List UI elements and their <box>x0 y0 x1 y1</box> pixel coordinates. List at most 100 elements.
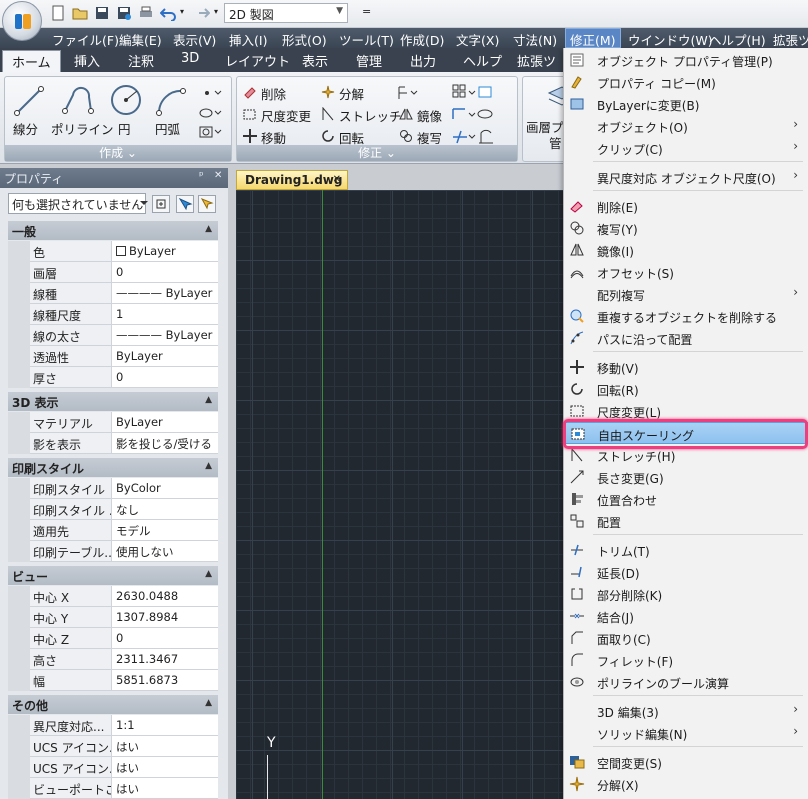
document-tab[interactable]: Drawing1.dwg ✕ <box>236 170 348 190</box>
property-value[interactable]: 影を投じる/受ける <box>112 433 218 454</box>
property-value[interactable]: 使用しない <box>112 541 218 562</box>
application-menu-button[interactable] <box>2 1 42 41</box>
redo-dropdown-icon[interactable]: ▾ <box>214 7 218 16</box>
properties-palette-title-bar[interactable]: プロパティ ᵖ ✕ <box>0 168 228 188</box>
menu-item[interactable]: 分解(X) <box>563 773 808 795</box>
menu-dimension[interactable]: 寸法(N) <box>513 30 557 49</box>
save-as-icon[interactable] <box>116 5 132 21</box>
section-plot-style[interactable]: 印刷スタイル ▲ <box>8 458 218 477</box>
menu-item[interactable]: 鏡像(I) <box>563 239 808 261</box>
print-icon[interactable] <box>138 5 154 21</box>
property-value[interactable]: ByLayer <box>112 346 218 367</box>
menu-item[interactable]: ByLayerに変更(B) <box>563 93 808 115</box>
section-misc[interactable]: その他 ▲ <box>8 695 218 714</box>
menu-item[interactable]: 延長(D) <box>563 561 808 583</box>
property-value[interactable]: はい <box>112 736 218 757</box>
collapse-icon[interactable]: ▲ <box>205 395 212 405</box>
menu-help[interactable]: ヘルプ(H) <box>709 30 766 49</box>
qat-overflow-button[interactable]: = <box>362 5 371 18</box>
property-value[interactable]: ———— ByLayer <box>112 283 218 304</box>
tab-help[interactable]: ヘルプ <box>463 51 502 70</box>
explode-tool[interactable]: 分解 <box>339 84 364 103</box>
tab-insert[interactable]: 挿入 <box>74 51 100 70</box>
property-value[interactable]: 2630.0488 <box>112 586 218 607</box>
menu-format[interactable]: 形式(O) <box>282 30 327 49</box>
menu-item[interactable]: プロパティ コピー(M) <box>563 71 808 93</box>
property-value[interactable]: 0 <box>112 628 218 649</box>
stretch-tool[interactable]: ストレッチ <box>339 106 402 125</box>
scale-tool[interactable]: 尺度変更 <box>261 106 311 125</box>
property-value[interactable]: 0 <box>112 367 218 388</box>
property-value[interactable]: はい <box>112 778 218 799</box>
collapse-icon[interactable]: ▲ <box>205 461 212 471</box>
property-value[interactable]: ———— ByLayer <box>112 325 218 346</box>
menu-item[interactable]: 複写(Y) <box>563 217 808 239</box>
menu-view[interactable]: 表示(V) <box>173 30 216 49</box>
arc-icon[interactable] <box>155 85 189 117</box>
menu-item[interactable]: 回転(R) <box>563 378 808 400</box>
close-icon[interactable]: ✕ <box>214 170 222 181</box>
modify-more-icons[interactable] <box>397 83 509 147</box>
polyline-icon[interactable] <box>61 85 95 117</box>
property-value[interactable]: 5851.6873 <box>112 670 218 691</box>
menu-text[interactable]: 文字(X) <box>456 30 499 49</box>
draw-more-icons[interactable] <box>197 85 225 151</box>
menu-item[interactable]: ポリラインのブール演算 <box>563 671 808 693</box>
line-tool-label[interactable]: 線分 <box>13 119 38 138</box>
property-value[interactable]: ByLayer <box>112 241 218 262</box>
redo-icon[interactable] <box>194 5 210 21</box>
menu-window[interactable]: ウインドウ(W) <box>628 30 713 49</box>
menu-item[interactable]: 部分削除(K) <box>563 583 808 605</box>
menu-item[interactable]: 移動(V) <box>563 356 808 378</box>
menu-file[interactable]: ファイル(F) <box>52 30 119 49</box>
menu-item[interactable]: クリップ(C) › <box>563 137 808 159</box>
polyline-tool-label[interactable]: ポリライン <box>51 119 114 138</box>
menu-item[interactable]: 配列複写 › <box>563 283 808 305</box>
menu-item[interactable]: 長さ変更(G) <box>563 466 808 488</box>
menu-insert[interactable]: 挿入(I) <box>229 30 267 49</box>
tab-extensions[interactable]: 拡張ツ <box>517 51 556 70</box>
menu-item[interactable]: オブジェクト(O) › <box>563 115 808 137</box>
workspace-select[interactable]: 2D 製図 ▼ <box>224 3 348 23</box>
collapse-icon[interactable]: ▲ <box>205 224 212 234</box>
tab-3d[interactable]: 3D <box>181 51 199 66</box>
menu-draw[interactable]: 作成(D) <box>400 30 444 49</box>
undo-dropdown-icon[interactable]: ▾ <box>180 7 184 16</box>
property-value[interactable]: 1 <box>112 304 218 325</box>
section-view[interactable]: ビュー ▲ <box>8 566 218 585</box>
new-file-icon[interactable] <box>50 5 66 21</box>
save-icon[interactable] <box>94 5 110 21</box>
menu-item[interactable]: トリム(T) <box>563 539 808 561</box>
property-value[interactable]: モデル <box>112 520 218 541</box>
tab-home[interactable]: ホーム <box>2 50 61 72</box>
menu-item[interactable]: 3D 編集(3) › <box>563 700 808 722</box>
undo-icon[interactable] <box>160 5 176 21</box>
menu-extensions[interactable]: 拡張ツ <box>773 30 808 49</box>
quick-select-button[interactable] <box>198 195 216 213</box>
toggle-pickadd-button[interactable] <box>152 195 170 213</box>
collapse-icon[interactable]: ▲ <box>205 698 212 708</box>
menu-item[interactable]: 異尺度対応 オブジェクト尺度(O) › <box>563 166 808 188</box>
circle-tool-label[interactable]: 円 <box>118 119 131 138</box>
select-objects-button[interactable] <box>176 195 194 213</box>
menu-item[interactable]: オフセット(S) <box>563 261 808 283</box>
menu-edit[interactable]: 編集(E) <box>119 30 162 49</box>
property-value[interactable]: 1307.8984 <box>112 607 218 628</box>
property-value[interactable]: 0 <box>112 262 218 283</box>
property-value[interactable]: 1:1 <box>112 715 218 736</box>
menu-item[interactable]: パスに沿って配置 <box>563 327 808 349</box>
arc-tool-label[interactable]: 円弧 <box>155 119 180 138</box>
property-value[interactable]: ByLayer <box>112 412 218 433</box>
selection-dropdown[interactable]: 何も選択されていません <box>8 193 146 214</box>
tab-view[interactable]: 表示 <box>302 51 328 70</box>
menu-item[interactable]: 面取り(C) <box>563 627 808 649</box>
menu-item[interactable]: 重複するオブジェクトを削除する <box>563 305 808 327</box>
menu-item[interactable]: 配置 <box>563 510 808 532</box>
open-folder-icon[interactable] <box>72 5 88 21</box>
section-general[interactable]: 一般 ▲ <box>8 221 218 240</box>
tab-layout[interactable]: レイアウト <box>225 51 290 70</box>
tab-manage[interactable]: 管理 <box>356 51 382 70</box>
menu-item[interactable]: 空間変更(S) <box>563 751 808 773</box>
close-icon[interactable]: ✕ <box>333 174 341 185</box>
circle-icon[interactable] <box>109 83 143 117</box>
